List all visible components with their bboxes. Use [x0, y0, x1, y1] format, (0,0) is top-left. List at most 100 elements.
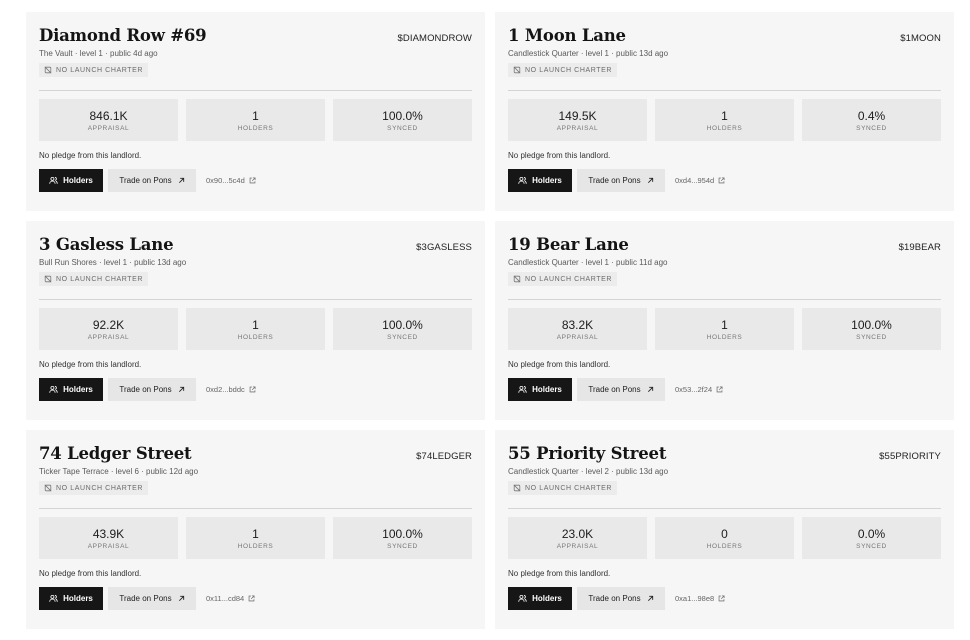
holders-value: 1 [721, 317, 728, 332]
card-ticker: $1MOON [900, 33, 941, 44]
appraisal-stat: 149.5K APPRAISAL [508, 99, 647, 141]
synced-stat: 100.0% SYNCED [333, 517, 472, 559]
contract-address-link[interactable]: 0xd2...bddc [206, 385, 256, 394]
badge-label: NO LAUNCH CHARTER [56, 484, 144, 492]
holders-value: 1 [721, 108, 728, 123]
users-icon [49, 176, 58, 184]
appraisal-stat: 92.2K APPRAISAL [39, 308, 178, 350]
divider [508, 508, 941, 509]
external-link-icon [718, 177, 725, 184]
trade-button-label: Trade on Pons [119, 385, 172, 394]
appraisal-stat: 846.1K APPRAISAL [39, 99, 178, 141]
pledge-text: No pledge from this landlord. [508, 569, 611, 578]
holders-button[interactable]: Holders [508, 587, 572, 610]
badge-label: NO LAUNCH CHARTER [525, 484, 613, 492]
external-link-icon [249, 386, 256, 393]
contract-address-link[interactable]: 0x11...cd84 [206, 594, 255, 603]
card-ticker: $74LEDGER [416, 451, 472, 462]
holders-button-label: Holders [532, 385, 562, 394]
synced-value: 0.0% [857, 526, 886, 541]
divider [508, 299, 941, 300]
holders-button[interactable]: Holders [39, 378, 103, 401]
holders-stat: 1 HOLDERS [186, 99, 325, 141]
synced-value: 0.4% [857, 108, 886, 123]
contract-address-link[interactable]: 0x53...2f24 [675, 385, 723, 394]
arrow-up-right-icon [178, 595, 184, 601]
holders-button[interactable]: Holders [508, 378, 572, 401]
trade-button-label: Trade on Pons [119, 594, 172, 603]
no-charter-icon [44, 66, 52, 74]
arrow-up-right-icon [647, 177, 653, 183]
divider [508, 90, 941, 91]
appraisal-value: 23.0K [561, 526, 594, 541]
trade-on-pons-button[interactable]: Trade on Pons [108, 587, 196, 610]
synced-label: SYNCED [387, 333, 418, 341]
holders-label: HOLDERS [706, 542, 743, 550]
synced-label: SYNCED [856, 542, 887, 550]
card-subtitle: Ticker Tape Terrace · level 6 · public 1… [39, 467, 199, 476]
contract-address-link[interactable]: 0xd4...954d [675, 176, 725, 185]
pledge-text: No pledge from this landlord. [508, 360, 611, 369]
card-title: 1 Moon Lane [508, 26, 626, 45]
synced-stat: 100.0% SYNCED [802, 308, 941, 350]
trade-button-label: Trade on Pons [588, 594, 641, 603]
badge-label: NO LAUNCH CHARTER [525, 275, 613, 283]
appraisal-stat: 83.2K APPRAISAL [508, 308, 647, 350]
holders-button-label: Holders [532, 176, 562, 185]
holders-button-label: Holders [532, 594, 562, 603]
trade-on-pons-button[interactable]: Trade on Pons [577, 169, 665, 192]
contract-address-link[interactable]: 0xa1...98e8 [675, 594, 725, 603]
holders-label: HOLDERS [237, 333, 274, 341]
appraisal-value: 43.9K [92, 526, 125, 541]
holders-stat: 1 HOLDERS [655, 99, 794, 141]
appraisal-label: APPRAISAL [556, 542, 599, 550]
no-launch-charter-badge: NO LAUNCH CHARTER [508, 63, 618, 77]
appraisal-label: APPRAISAL [556, 124, 599, 132]
holders-label: HOLDERS [706, 333, 743, 341]
appraisal-label: APPRAISAL [556, 333, 599, 341]
users-icon [518, 385, 527, 393]
card-ticker: $19BEAR [898, 242, 941, 253]
card-subtitle: Candlestick Quarter · level 1 · public 1… [508, 49, 669, 58]
holders-stat: 1 HOLDERS [655, 308, 794, 350]
contract-address: 0x11...cd84 [206, 594, 245, 603]
synced-stat: 100.0% SYNCED [333, 99, 472, 141]
card-subtitle: Candlestick Quarter · level 1 · public 1… [508, 258, 668, 267]
contract-address-link[interactable]: 0x90...5c4d [206, 176, 256, 185]
property-card: 3 Gasless Lane Bull Run Shores · level 1… [26, 221, 485, 420]
badge-label: NO LAUNCH CHARTER [56, 66, 144, 74]
holders-value: 1 [252, 526, 259, 541]
holders-button[interactable]: Holders [39, 587, 103, 610]
trade-on-pons-button[interactable]: Trade on Pons [577, 587, 665, 610]
synced-stat: 0.0% SYNCED [802, 517, 941, 559]
no-charter-icon [44, 275, 52, 283]
card-subtitle: The Vault · level 1 · public 4d ago [39, 49, 158, 58]
synced-value: 100.0% [851, 317, 892, 332]
appraisal-label: APPRAISAL [87, 124, 130, 132]
no-charter-icon [44, 484, 52, 492]
trade-button-label: Trade on Pons [588, 385, 641, 394]
contract-address: 0x53...2f24 [675, 385, 713, 394]
pledge-text: No pledge from this landlord. [39, 360, 142, 369]
synced-value: 100.0% [382, 317, 423, 332]
arrow-up-right-icon [647, 595, 653, 601]
appraisal-value: 83.2K [561, 317, 594, 332]
synced-value: 100.0% [382, 526, 423, 541]
holders-button[interactable]: Holders [39, 169, 103, 192]
holders-value: 0 [721, 526, 728, 541]
users-icon [518, 594, 527, 602]
divider [39, 508, 472, 509]
users-icon [518, 176, 527, 184]
arrow-up-right-icon [647, 386, 653, 392]
card-title: Diamond Row #69 [39, 26, 207, 45]
synced-label: SYNCED [856, 333, 887, 341]
card-title: 3 Gasless Lane [39, 235, 174, 254]
appraisal-stat: 23.0K APPRAISAL [508, 517, 647, 559]
trade-on-pons-button[interactable]: Trade on Pons [108, 169, 196, 192]
synced-value: 100.0% [382, 108, 423, 123]
contract-address: 0xa1...98e8 [675, 594, 715, 603]
holders-button[interactable]: Holders [508, 169, 572, 192]
trade-on-pons-button[interactable]: Trade on Pons [108, 378, 196, 401]
no-charter-icon [513, 66, 521, 74]
trade-on-pons-button[interactable]: Trade on Pons [577, 378, 665, 401]
